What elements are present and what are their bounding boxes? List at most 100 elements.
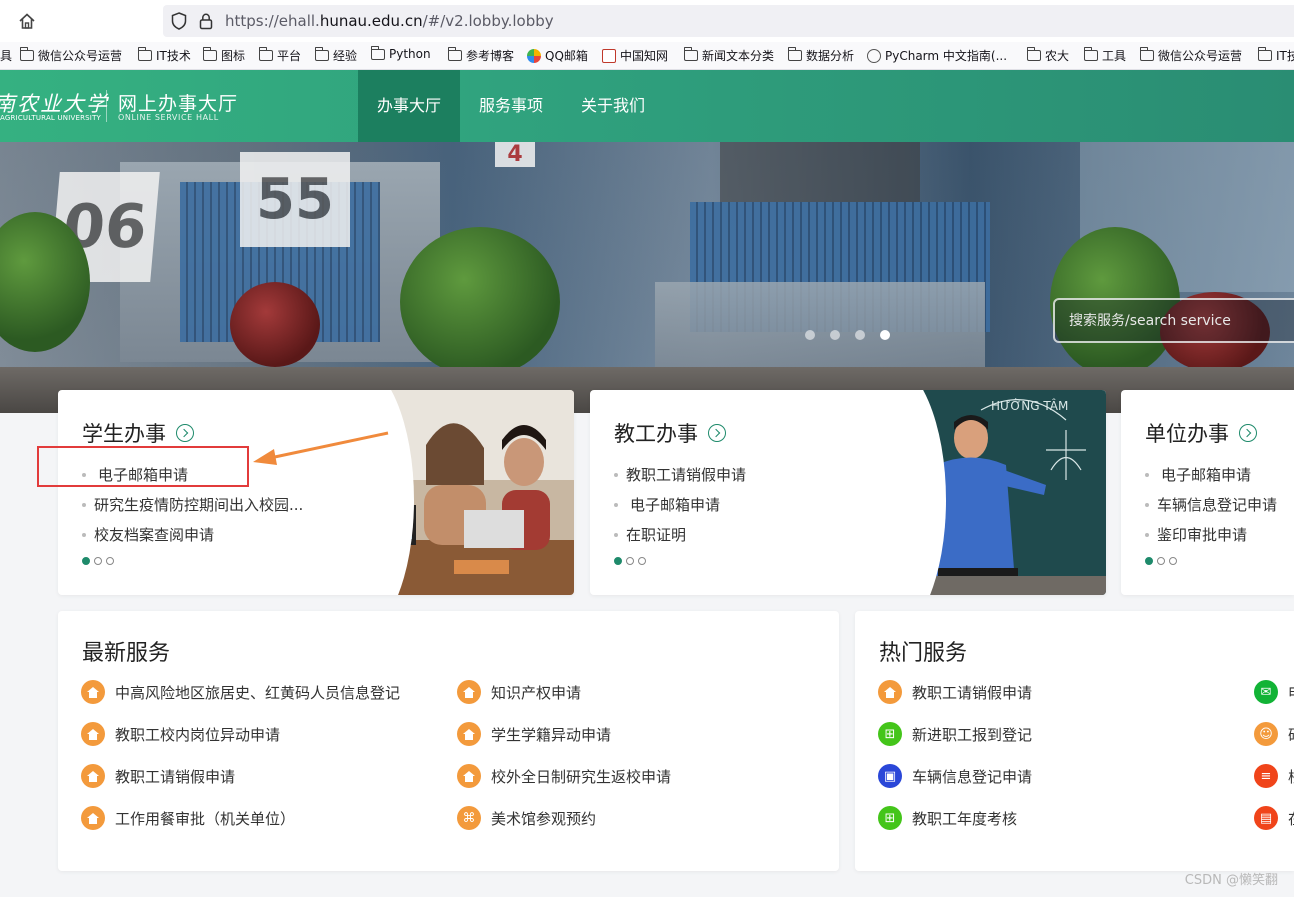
latest-service-link[interactable]: 学生学籍异动申请 — [457, 722, 611, 746]
card-curve — [294, 390, 414, 595]
hot-service-link[interactable]: ⊞ 教职工年度考核 — [878, 806, 1017, 830]
service-item[interactable]: 教职工请销假申请 — [614, 460, 746, 490]
latest-service-link[interactable]: 工作用餐审批（机关单位） — [81, 806, 295, 830]
nav-hall[interactable]: 办事大厅 — [358, 70, 460, 142]
arrow-circle-icon[interactable] — [1239, 424, 1257, 442]
hot-service-link[interactable]: ☺研 — [1254, 722, 1294, 746]
hot-service-link[interactable]: ▤在 — [1254, 806, 1294, 830]
search-box — [1053, 298, 1294, 343]
latest-service-link[interactable]: 教职工请销假申请 — [81, 764, 235, 788]
pager-dot[interactable] — [638, 557, 646, 565]
bookmark-item[interactable]: 工具 — [1083, 47, 1126, 64]
pager-dot-active[interactable] — [614, 557, 622, 565]
folder-icon — [1026, 47, 1041, 61]
mail-icon: ✉ — [1254, 680, 1278, 704]
nav-services[interactable]: 服务事项 — [460, 70, 562, 142]
globe-icon — [867, 48, 881, 63]
shield-icon[interactable] — [171, 12, 187, 30]
url-bar[interactable]: https://ehall.hunau.edu.cn/#/v2.lobby.lo… — [163, 5, 1294, 37]
service-link-label: 教职工校内岗位异动申请 — [115, 725, 281, 744]
bookmark-item[interactable]: 农大 — [1026, 47, 1069, 64]
search-input[interactable] — [1069, 309, 1294, 333]
hero-banner: 06 55 4 — [0, 142, 1294, 413]
service-link-label: 教职工请销假申请 — [912, 683, 1033, 702]
service-link-label: 教职工请销假申请 — [115, 767, 236, 786]
annotation-highlight-box — [37, 446, 249, 487]
service-item[interactable]: 电子邮箱申请 — [614, 490, 746, 520]
card-title[interactable]: 学生办事 — [82, 418, 194, 448]
latest-service-link[interactable]: 中高风险地区旅居史、红黄码人员信息登记 — [81, 680, 400, 704]
card-title-text: 学生办事 — [82, 422, 166, 446]
bookmark-item[interactable]: IT技 — [1257, 47, 1294, 64]
pager-dot[interactable] — [1169, 557, 1177, 565]
service-item[interactable]: 电子邮箱申请 — [1145, 460, 1277, 490]
nav-about[interactable]: 关于我们 — [562, 70, 664, 142]
bookmark-item[interactable]: 数据分析 — [787, 47, 854, 64]
bookmark-item[interactable]: 中国知网 — [602, 47, 668, 64]
service-item[interactable]: 在职证明 — [614, 520, 746, 550]
bookmark-item[interactable]: IT技术 — [137, 47, 191, 64]
bookmark-item[interactable]: 平台 — [258, 47, 301, 64]
bookmark-item[interactable]: 新闻文本分类 — [683, 47, 774, 64]
pager-dot-active[interactable] — [1145, 557, 1153, 565]
folder-icon — [683, 47, 698, 61]
pager-dot-active[interactable] — [82, 557, 90, 565]
hot-service-link[interactable]: ▣ 车辆信息登记申请 — [878, 764, 1032, 788]
carousel-dot[interactable] — [830, 330, 840, 340]
bookmark-item[interactable]: 具 — [0, 47, 12, 64]
bookmark-item[interactable]: Python — [370, 45, 431, 61]
lock-icon[interactable] — [199, 12, 213, 30]
service-link-label: 教职工年度考核 — [912, 809, 1018, 828]
bookmark-label: 微信公众号运营 — [1158, 49, 1243, 63]
hot-service-link[interactable]: ⊞ 新进职工报到登记 — [878, 722, 1032, 746]
arrow-circle-icon[interactable] — [176, 424, 194, 442]
home-icon — [81, 764, 105, 788]
bookmark-item[interactable]: PyCharm 中文指南(... — [867, 47, 1007, 64]
card-title-text: 单位办事 — [1145, 422, 1229, 446]
hot-service-link[interactable]: ≡校 — [1254, 764, 1294, 788]
bookmark-label: 图标 — [221, 49, 246, 63]
card-title[interactable]: 教工办事 — [614, 418, 726, 448]
url-text[interactable]: https://ehall.hunau.edu.cn/#/v2.lobby.lo… — [225, 12, 554, 30]
service-item[interactable]: 校友档案查阅申请 — [82, 520, 303, 550]
latest-service-link[interactable]: 教职工校内岗位异动申请 — [81, 722, 280, 746]
service-link-label: 校 — [1288, 766, 1294, 787]
service-link-label: 申 — [1288, 682, 1294, 703]
latest-service-link[interactable]: ⌘ 美术馆参观预约 — [457, 806, 596, 830]
service-link-label: 中高风险地区旅居史、红黄码人员信息登记 — [115, 683, 401, 702]
bookmark-item[interactable]: 微信公众号运营 — [19, 47, 122, 64]
carousel-dot[interactable] — [805, 330, 815, 340]
bookmark-item[interactable]: 微信公众号运营 — [1139, 47, 1243, 64]
bookmark-item[interactable]: 参考博客 — [447, 47, 514, 64]
bookmarks-bar: 具 微信公众号运营 IT技术 图标 平台 经验 Python 参考博客 QQ邮箱… — [0, 42, 1294, 70]
service-link-label: 知识产权申请 — [491, 683, 582, 702]
pager-dot[interactable] — [1157, 557, 1165, 565]
service-item[interactable]: 车辆信息登记申请 — [1145, 490, 1277, 520]
bullet-icon — [1145, 473, 1149, 477]
service-item[interactable]: 研究生疫情防控期间出入校园... — [82, 490, 303, 520]
card-title[interactable]: 单位办事 — [1145, 418, 1257, 448]
card-service-list: 教职工请销假申请 电子邮箱申请 在职证明 — [614, 460, 746, 550]
carousel-dot[interactable] — [855, 330, 865, 340]
home-icon — [457, 722, 481, 746]
hot-service-link[interactable]: 教职工请销假申请 — [878, 680, 1032, 704]
qq-mail-icon — [527, 48, 541, 63]
arrow-circle-icon[interactable] — [708, 424, 726, 442]
service-link-label: 研 — [1288, 724, 1294, 745]
folder-icon — [1139, 47, 1154, 61]
bookmark-item[interactable]: 经验 — [314, 47, 357, 64]
bookmark-item[interactable]: 图标 — [202, 47, 246, 64]
carousel-dot-active[interactable] — [880, 330, 890, 340]
race-number: 5 — [295, 167, 334, 232]
pager-dot[interactable] — [106, 557, 114, 565]
bookmark-item[interactable]: QQ邮箱 — [527, 47, 588, 64]
service-item-label: 车辆信息登记申请 — [1157, 496, 1278, 514]
latest-service-link[interactable]: 知识产权申请 — [457, 680, 581, 704]
hot-service-link[interactable]: ✉申 — [1254, 680, 1294, 704]
pager-dot[interactable] — [94, 557, 102, 565]
latest-service-link[interactable]: 校外全日制研究生返校申请 — [457, 764, 671, 788]
pager-dot[interactable] — [626, 557, 634, 565]
service-item[interactable]: 鉴印审批申请 — [1145, 520, 1277, 550]
home-icon[interactable] — [14, 10, 40, 32]
home-icon — [457, 680, 481, 704]
